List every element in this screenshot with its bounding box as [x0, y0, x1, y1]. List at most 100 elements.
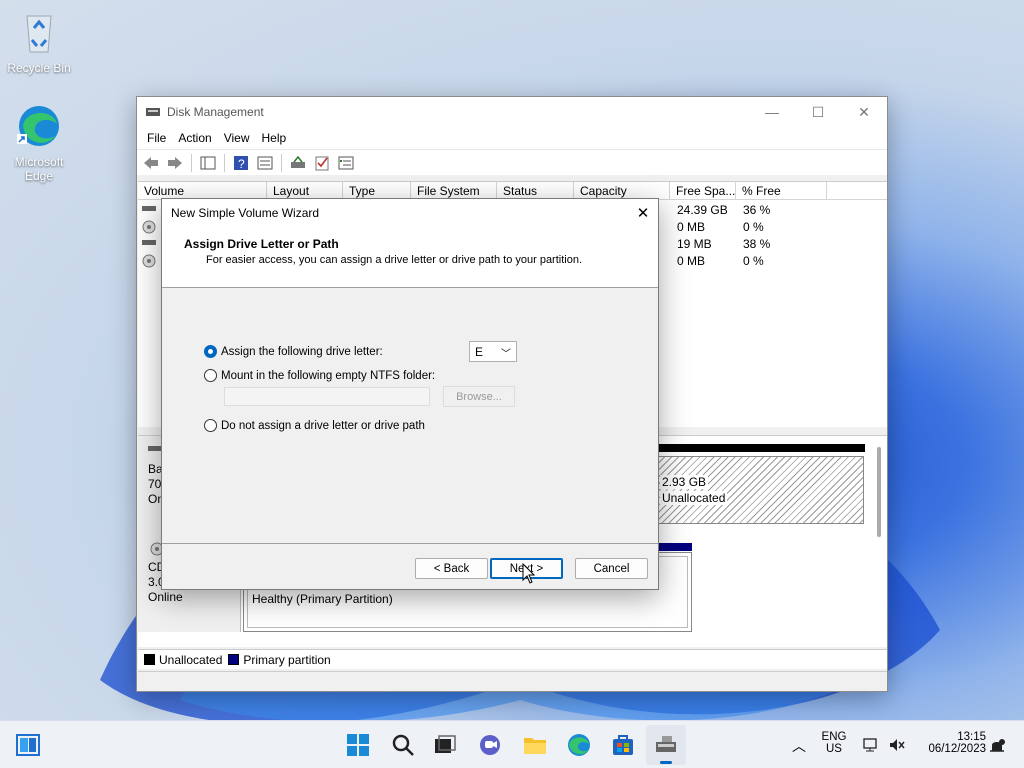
clock[interactable]: 13:15 06/12/2023: [914, 731, 986, 755]
menu-view[interactable]: View: [218, 131, 256, 145]
cd-drive-icon: [142, 220, 156, 234]
dialog-header: Assign Drive Letter or Path For easier a…: [162, 227, 658, 288]
notification-icon[interactable]: [988, 737, 1006, 755]
dialog-subheading: For easier access, you can assign a driv…: [206, 254, 583, 266]
keyboard-layout: US: [826, 743, 842, 755]
settings-list-icon[interactable]: [336, 153, 356, 173]
desktop-icon-edge[interactable]: Microsoft Edge: [1, 104, 77, 183]
volume-percent-free: 0 %: [743, 254, 764, 268]
widgets-icon[interactable]: [16, 733, 40, 757]
disk-management-app-icon: [146, 108, 160, 116]
option-assign-letter-label: Assign the following drive letter:: [221, 345, 383, 358]
col-status[interactable]: Status: [497, 182, 574, 199]
legend-swatch-primary: [228, 654, 240, 665]
minimize-button[interactable]: —: [749, 97, 795, 127]
recycle-bin-label: Recycle Bin: [7, 61, 71, 75]
toolbar: ?: [137, 149, 887, 175]
option-mount-folder-label: Mount in the following empty NTFS folder…: [221, 369, 436, 382]
chevron-down-icon: ﹀: [501, 349, 511, 360]
volume-drive-icon: [142, 240, 156, 245]
maximize-button[interactable]: ☐: [795, 97, 841, 127]
language-code: ENG: [821, 731, 847, 743]
close-button[interactable]: ✕: [841, 97, 887, 127]
window-titlebar[interactable]: Disk Management — ☐ ✕: [137, 97, 887, 127]
chevron-up-icon[interactable]: ︿: [792, 736, 806, 756]
drive-letter-select[interactable]: E ﹀: [469, 341, 517, 362]
option-no-letter-label: Do not assign a drive letter or drive pa…: [221, 419, 425, 432]
file-explorer-icon[interactable]: [523, 733, 547, 757]
dialog-heading: Assign Drive Letter or Path: [184, 237, 339, 251]
volume-free-space: 24.39 GB: [677, 203, 728, 217]
chat-icon[interactable]: [478, 733, 502, 757]
disk-management-taskbar-item[interactable]: [646, 725, 686, 765]
radio-no-letter[interactable]: [204, 419, 217, 432]
search-icon[interactable]: [391, 733, 415, 757]
col-capacity[interactable]: Capacity: [574, 182, 670, 199]
connect-disk-icon[interactable]: [288, 153, 308, 173]
folder-path-input[interactable]: [224, 387, 430, 406]
clock-date: 06/12/2023: [928, 743, 986, 755]
menu-file[interactable]: File: [141, 131, 172, 145]
edge-label: Microsoft Edge: [14, 155, 64, 183]
dialog-titlebar[interactable]: New Simple Volume Wizard ✕: [162, 199, 658, 227]
volume-muted-icon[interactable]: [888, 737, 906, 753]
option-assign-letter[interactable]: Assign the following drive letter:: [204, 345, 383, 358]
menu-help[interactable]: Help: [256, 131, 293, 145]
volume-percent-free: 38 %: [743, 237, 771, 251]
volume-percent-free: 36 %: [743, 203, 771, 217]
properties-icon[interactable]: [255, 153, 275, 173]
forward-arrow-icon[interactable]: [165, 153, 185, 173]
legend-unallocated: Unallocated: [159, 652, 223, 667]
drive-letter-value: E: [475, 344, 484, 359]
help-icon[interactable]: ?: [231, 153, 251, 173]
option-mount-folder[interactable]: Mount in the following empty NTFS folder…: [204, 369, 435, 382]
disk-icon: [148, 446, 162, 451]
radio-mount-folder[interactable]: [204, 369, 217, 382]
svg-text:?: ?: [238, 157, 245, 171]
col-volume[interactable]: Volume: [138, 182, 267, 199]
dialog-title: New Simple Volume Wizard: [171, 206, 320, 220]
disk-map-scrollbar[interactable]: [877, 447, 881, 537]
mouse-cursor-icon: [522, 563, 536, 584]
edge-icon: [17, 106, 59, 146]
task-view-icon[interactable]: [433, 733, 457, 757]
edge-taskbar-icon[interactable]: [567, 733, 591, 757]
partition-status: Healthy (Primary Partition): [252, 592, 393, 606]
option-no-letter[interactable]: Do not assign a drive letter or drive pa…: [204, 419, 425, 432]
clock-time: 13:15: [957, 731, 986, 743]
statusbar: [138, 671, 887, 691]
cdrom-status: Online: [148, 590, 183, 604]
desktop-icon-recycle-bin[interactable]: Recycle Bin: [1, 10, 77, 75]
back-button[interactable]: < Back: [415, 558, 488, 579]
recycle-bin-icon: [26, 15, 52, 53]
unallocated-region[interactable]: 2.93 GB Unallocated: [657, 456, 864, 524]
legend-primary: Primary partition: [243, 652, 331, 667]
volume-free-space: 0 MB: [677, 254, 706, 268]
volume-drive-icon: [142, 206, 156, 211]
window-title: Disk Management: [167, 105, 264, 119]
col-free-space[interactable]: Free Spa...: [670, 182, 736, 199]
network-icon[interactable]: [863, 737, 879, 753]
col-file-system[interactable]: File System: [411, 182, 497, 199]
legend-swatch-unallocated: [144, 654, 155, 665]
radio-assign-letter[interactable]: [204, 345, 217, 358]
dialog-close-icon[interactable]: ✕: [628, 199, 658, 227]
checklist-icon[interactable]: [312, 153, 332, 173]
unallocated-label: Unallocated: [660, 491, 728, 505]
start-icon[interactable]: [346, 733, 370, 757]
language-indicator[interactable]: ENG US: [818, 731, 850, 755]
col-percent-free[interactable]: % Free: [736, 182, 827, 199]
legend: Unallocated Primary partition: [138, 649, 887, 669]
store-icon[interactable]: [611, 733, 635, 757]
col-type[interactable]: Type: [343, 182, 411, 199]
col-layout[interactable]: Layout: [267, 182, 343, 199]
new-simple-volume-wizard: New Simple Volume Wizard ✕ Assign Drive …: [161, 198, 659, 590]
console-tree-icon[interactable]: [198, 153, 218, 173]
back-arrow-icon[interactable]: [141, 153, 161, 173]
cancel-button[interactable]: Cancel: [575, 558, 648, 579]
menu-action[interactable]: Action: [172, 131, 217, 145]
dialog-separator: [162, 543, 658, 544]
unallocated-bar: [657, 444, 865, 452]
browse-button[interactable]: Browse...: [443, 386, 515, 407]
menubar: File Action View Help: [137, 127, 887, 149]
